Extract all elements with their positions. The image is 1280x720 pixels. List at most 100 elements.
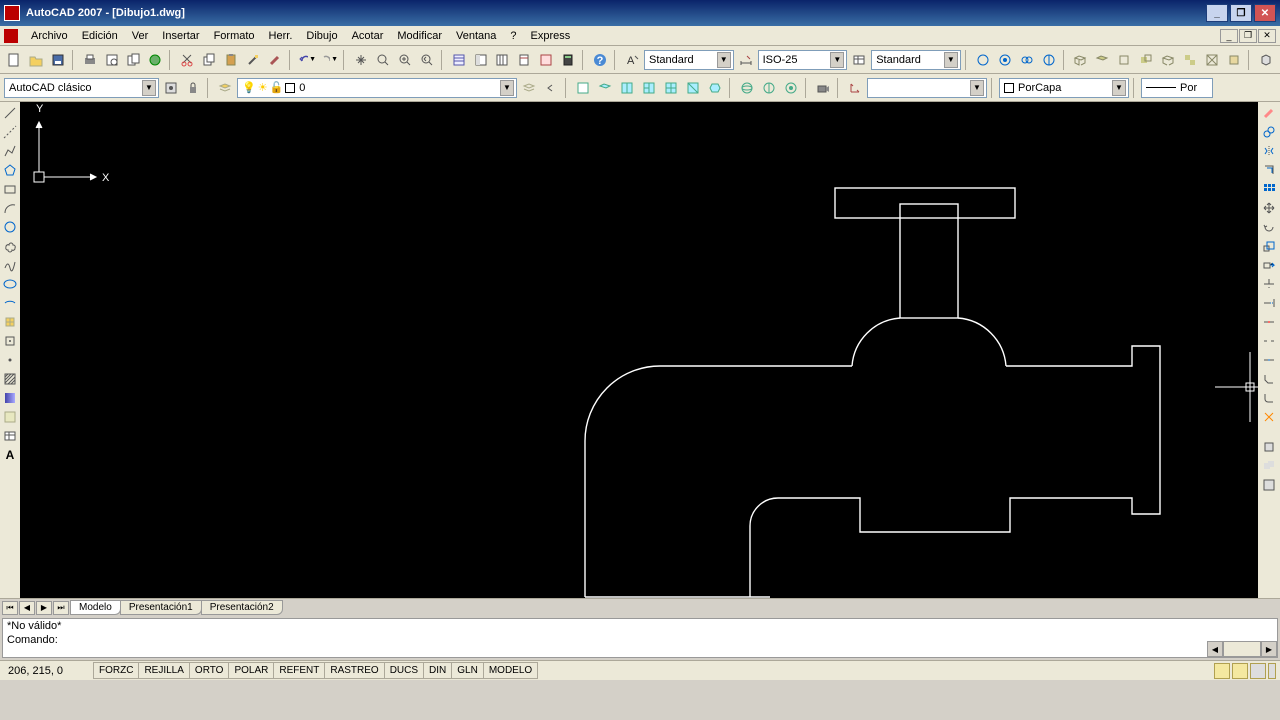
- scroll-track[interactable]: [1223, 641, 1261, 657]
- erase-icon[interactable]: [1260, 104, 1278, 122]
- box5-icon[interactable]: [1158, 50, 1178, 70]
- workspace-lock-icon[interactable]: [183, 78, 203, 98]
- status-orto[interactable]: ORTO: [189, 662, 230, 679]
- textstyle-icon[interactable]: A: [622, 50, 642, 70]
- zoom-window-icon[interactable]: [395, 50, 415, 70]
- array-icon[interactable]: [1260, 180, 1278, 198]
- tool-palettes-icon[interactable]: [493, 50, 513, 70]
- dimstyle-icon[interactable]: [736, 50, 756, 70]
- tablestyle-icon[interactable]: [849, 50, 869, 70]
- tab-modelo[interactable]: Modelo: [70, 600, 121, 615]
- minimize-button[interactable]: _: [1206, 4, 1228, 22]
- status-ducs[interactable]: DUCS: [384, 662, 424, 679]
- status-modelo[interactable]: MODELO: [483, 662, 538, 679]
- status-din[interactable]: DIN: [423, 662, 452, 679]
- table-icon[interactable]: [1, 427, 19, 445]
- 3dorbit3-icon[interactable]: [781, 78, 801, 98]
- status-refent[interactable]: REFENT: [273, 662, 325, 679]
- drawing-canvas[interactable]: X Y: [20, 102, 1258, 598]
- menu-ventana[interactable]: Ventana: [449, 28, 503, 44]
- color-combo[interactable]: PorCapa▼: [999, 78, 1129, 98]
- 3d-icon[interactable]: [1256, 50, 1276, 70]
- layer-states-icon[interactable]: [519, 78, 539, 98]
- insert-block-icon[interactable]: [1, 313, 19, 331]
- camera-icon[interactable]: [813, 78, 833, 98]
- offset-icon[interactable]: [1260, 161, 1278, 179]
- command-window[interactable]: *No válido* Comando: ◀ ▶: [2, 618, 1278, 658]
- tab-prev-button[interactable]: ◀: [19, 601, 35, 615]
- break-point-icon[interactable]: [1260, 313, 1278, 331]
- extend-icon[interactable]: [1260, 294, 1278, 312]
- tray-icon-3[interactable]: [1250, 663, 1266, 679]
- line-icon[interactable]: [1, 104, 19, 122]
- viewport-single-icon[interactable]: [573, 78, 593, 98]
- save-icon[interactable]: [48, 50, 68, 70]
- mirror-icon[interactable]: [1260, 142, 1278, 160]
- chamfer-icon[interactable]: [1260, 370, 1278, 388]
- cut-icon[interactable]: [177, 50, 197, 70]
- tab-presentacion1[interactable]: Presentación1: [120, 600, 202, 615]
- workspace-combo[interactable]: AutoCAD clásico▼: [4, 78, 159, 98]
- tab-first-button[interactable]: ⏮: [2, 601, 18, 615]
- arc-icon[interactable]: [1, 199, 19, 217]
- zoom-previous-icon[interactable]: [417, 50, 437, 70]
- linetype-combo[interactable]: Por: [1141, 78, 1213, 98]
- join-icon[interactable]: [1260, 351, 1278, 369]
- scroll-left-button[interactable]: ◀: [1207, 641, 1223, 657]
- construction-line-icon[interactable]: [1, 123, 19, 141]
- revision-cloud-icon[interactable]: [1, 237, 19, 255]
- rotate-icon[interactable]: [1260, 218, 1278, 236]
- table-style-combo[interactable]: Standard▼: [871, 50, 961, 70]
- close-button[interactable]: ✕: [1254, 4, 1276, 22]
- viewport-2v-icon[interactable]: [617, 78, 637, 98]
- break-icon[interactable]: [1260, 332, 1278, 350]
- circle-icon[interactable]: [1, 218, 19, 236]
- 3dorbit-icon[interactable]: [737, 78, 757, 98]
- doc-close-button[interactable]: ✕: [1258, 29, 1276, 43]
- ucs-icon[interactable]: [845, 78, 865, 98]
- tab-last-button[interactable]: ⏭: [53, 601, 69, 615]
- layer-manager-icon[interactable]: [215, 78, 235, 98]
- menu-formato[interactable]: Formato: [207, 28, 262, 44]
- viewport-4v-icon[interactable]: [661, 78, 681, 98]
- rectangle-icon[interactable]: [1, 180, 19, 198]
- 3dorbit2-icon[interactable]: [759, 78, 779, 98]
- polygon-icon[interactable]: [1, 161, 19, 179]
- menu-edicion[interactable]: Edición: [75, 28, 125, 44]
- tray-icon-2[interactable]: [1232, 663, 1248, 679]
- ellipse-arc-icon[interactable]: [1, 294, 19, 312]
- workspace-settings-icon[interactable]: [161, 78, 181, 98]
- mtext-icon[interactable]: A: [1, 446, 19, 464]
- circle3-icon[interactable]: [1017, 50, 1037, 70]
- copy-obj-icon[interactable]: [1260, 123, 1278, 141]
- tray-icon-4[interactable]: [1268, 663, 1276, 679]
- menu-acotar[interactable]: Acotar: [345, 28, 391, 44]
- doc-restore-button[interactable]: ❐: [1239, 29, 1257, 43]
- fillet-icon[interactable]: [1260, 389, 1278, 407]
- make-block-icon[interactable]: [1, 332, 19, 350]
- markup-icon[interactable]: [536, 50, 556, 70]
- menu-help[interactable]: ?: [503, 28, 523, 44]
- r-box2-icon[interactable]: [1260, 457, 1278, 475]
- menu-herr[interactable]: Herr.: [262, 28, 300, 44]
- viewport-hex-icon[interactable]: [705, 78, 725, 98]
- box4-icon[interactable]: [1136, 50, 1156, 70]
- menu-modificar[interactable]: Modificar: [390, 28, 449, 44]
- box8-icon[interactable]: [1224, 50, 1244, 70]
- ucs-combo[interactable]: ▼: [867, 78, 987, 98]
- hatch-icon[interactable]: [1, 370, 19, 388]
- stretch-icon[interactable]: [1260, 256, 1278, 274]
- circle4-icon[interactable]: [1039, 50, 1059, 70]
- move-icon[interactable]: [1260, 199, 1278, 217]
- status-rejilla[interactable]: REJILLA: [138, 662, 189, 679]
- box2-icon[interactable]: [1092, 50, 1112, 70]
- menu-express[interactable]: Express: [524, 28, 578, 44]
- cmd-scrollbar[interactable]: ◀ ▶: [1207, 641, 1277, 657]
- status-forzc[interactable]: FORZC: [93, 662, 139, 679]
- status-polar[interactable]: POLAR: [228, 662, 274, 679]
- scroll-right-button[interactable]: ▶: [1261, 641, 1277, 657]
- globe-icon[interactable]: [146, 50, 166, 70]
- viewport-poly-icon[interactable]: [595, 78, 615, 98]
- menu-ver[interactable]: Ver: [125, 28, 156, 44]
- polyline-icon[interactable]: [1, 142, 19, 160]
